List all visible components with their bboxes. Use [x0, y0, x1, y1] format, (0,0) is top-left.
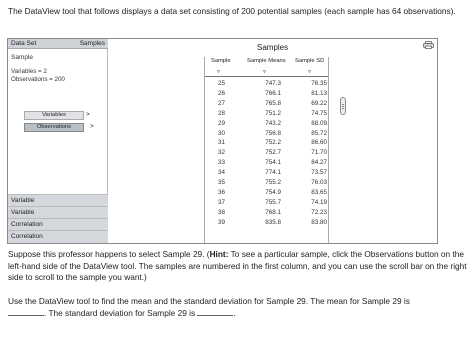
cell-sample-sd: 74.19 [311, 198, 327, 206]
samples-panel: Samples Sample Sample Means Sample SD ▿ … [109, 39, 437, 243]
intro-text: The DataView tool that follows displays … [8, 6, 456, 16]
question-line1: Use the DataView tool to find the mean a… [8, 296, 410, 306]
cell-sample: 28 [217, 109, 225, 117]
cell-sample-mean: 835.8 [265, 218, 281, 226]
cell-sample-sd: 71.70 [311, 149, 327, 157]
cell-sample-sd: 83.80 [311, 218, 327, 226]
cell-sample-mean: 768.1 [265, 208, 281, 216]
cell-sample-mean: 752.7 [265, 149, 281, 157]
grip-line-icon [342, 106, 344, 107]
cell-sample: 25 [217, 80, 225, 87]
cell-sample: 35 [217, 179, 225, 186]
cell-sample-sd: 73.57 [311, 169, 327, 177]
column-header-sample[interactable]: Sample [211, 58, 231, 64]
hint-before: Suppose this professor happens to select… [8, 249, 210, 259]
left-panel-header: Data Set Samples [8, 39, 108, 49]
cell-sample: 38 [217, 208, 225, 216]
sort-sample-means-icon[interactable]: ▿ [263, 68, 266, 75]
cell-sample: 33 [217, 159, 225, 167]
cell-sample-mean: 754.1 [265, 159, 281, 167]
cell-sample-sd: 76.35 [311, 80, 327, 87]
cell-sample-sd: 81.13 [311, 89, 327, 97]
sort-sample-icon[interactable]: ▿ [217, 68, 220, 75]
grip-line-icon [342, 108, 344, 109]
stat-row-correlation-1[interactable]: Correlation [8, 218, 108, 230]
header-divider [205, 76, 328, 77]
cell-sample-mean: 743.2 [265, 119, 281, 127]
sd-answer-blank[interactable] [197, 308, 234, 316]
cell-sample-mean: 755.7 [265, 198, 281, 206]
cell-sample-mean: 756.8 [265, 129, 281, 137]
cell-sample-mean: 752.2 [265, 139, 281, 147]
observations-info: Observations = 200 [11, 76, 65, 83]
cell-sample: 36 [217, 188, 225, 196]
cell-sample: 34 [217, 169, 225, 177]
scrollbar-thumb[interactable] [340, 97, 346, 115]
cell-sample: 29 [217, 119, 225, 127]
stat-row-variable-1[interactable]: Variable [8, 194, 108, 206]
cell-sample: 27 [217, 99, 225, 107]
cell-sample-sd: 84.27 [311, 159, 327, 167]
print-icon[interactable] [423, 41, 434, 49]
cell-sample-sd: 76.03 [311, 179, 327, 186]
cell-sample-sd: 88.09 [311, 119, 327, 127]
column-header-sample-sd[interactable]: Sample SD [295, 58, 324, 64]
grip-line-icon [342, 104, 344, 105]
cell-sample-mean: 747.3 [265, 80, 281, 87]
cell-sample-mean: 774.1 [265, 169, 281, 177]
column-header-sample-means[interactable]: Sample Means [247, 58, 286, 64]
samples-title: Samples [257, 43, 289, 52]
data-set-label: Data Set [11, 40, 37, 47]
cell-sample-mean: 754.9 [265, 188, 281, 196]
dataview-tool: Data Set Samples Sample Variables = 2 Ob… [7, 38, 438, 244]
variables-arrow-icon: > [86, 111, 90, 118]
cell-sample: 37 [217, 198, 225, 206]
cell-sample-sd: 69.22 [311, 99, 327, 107]
left-panel: Data Set Samples Sample Variables = 2 Ob… [8, 39, 108, 243]
cell-sample: 30 [217, 129, 225, 137]
cell-sample: 39 [217, 218, 225, 226]
hint-paragraph: Suppose this professor happens to select… [8, 249, 470, 284]
question-end: . [233, 307, 236, 318]
cell-sample-sd: 74.75 [311, 109, 327, 117]
sample-label: Sample [11, 54, 34, 61]
cell-sample: 31 [217, 139, 225, 147]
question-paragraph: Use the DataView tool to find the mean a… [8, 296, 470, 319]
stat-row-variable-2[interactable]: Variable [8, 206, 108, 218]
cell-sample-mean: 766.1 [265, 89, 281, 97]
cell-sample-mean: 751.2 [265, 109, 281, 117]
cell-sample-sd: 86.60 [311, 139, 327, 147]
question-mid: . The standard deviation for Sample 29 i… [44, 307, 196, 318]
mean-answer-blank[interactable] [8, 308, 44, 316]
variables-button[interactable]: Variables [24, 111, 84, 120]
cell-sample-mean: 765.8 [265, 99, 281, 107]
cell-sample-mean: 755.2 [265, 179, 281, 186]
hint-label: Hint: [209, 249, 229, 259]
variables-info: Variables = 2 [11, 68, 47, 75]
cell-sample: 26 [217, 89, 225, 97]
observations-button[interactable]: Observations [24, 123, 84, 132]
observations-arrow-icon: > [90, 123, 94, 130]
samples-label: Samples [79, 40, 105, 47]
sort-sample-sd-icon[interactable]: ▿ [308, 68, 311, 75]
cell-sample-sd: 85.72 [311, 129, 327, 137]
stat-row-correlation-2[interactable]: Correlation [8, 230, 108, 243]
cell-sample-sd: 72.23 [311, 208, 327, 216]
cell-sample-sd: 83.65 [311, 188, 327, 196]
cell-sample: 32 [217, 149, 225, 157]
